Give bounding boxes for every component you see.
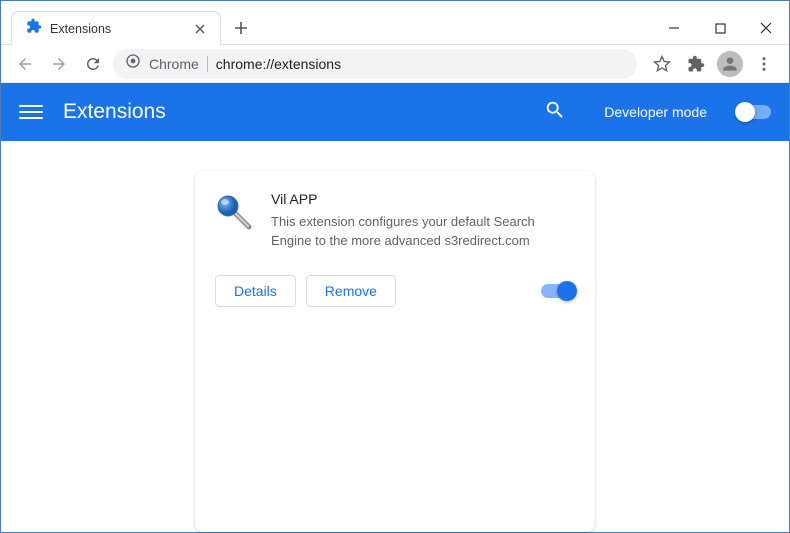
maximize-button[interactable] (697, 12, 743, 44)
hamburger-menu-icon[interactable] (19, 100, 43, 124)
tab-close-icon[interactable] (192, 21, 208, 37)
url-bar: Chrome chrome://extensions (1, 45, 789, 83)
remove-button[interactable]: Remove (306, 275, 396, 307)
developer-mode-label: Developer mode (604, 104, 707, 120)
window-controls (651, 12, 789, 44)
extension-name: Vil APP (271, 191, 575, 207)
search-icon[interactable] (544, 99, 566, 126)
extensions-puzzle-icon[interactable] (681, 49, 711, 79)
extension-description: This extension configures your default S… (271, 213, 575, 251)
extension-card: Vil APP This extension configures your d… (195, 171, 595, 532)
new-tab-button[interactable] (227, 14, 255, 42)
back-button[interactable] (11, 50, 39, 78)
minimize-button[interactable] (651, 12, 697, 44)
chrome-info-icon (125, 53, 141, 74)
menu-dots-icon[interactable] (749, 49, 779, 79)
url-text: chrome://extensions (216, 56, 341, 72)
tab-title: Extensions (50, 22, 184, 36)
extension-enable-toggle[interactable] (541, 284, 575, 298)
address-bar[interactable]: Chrome chrome://extensions (113, 49, 637, 79)
extension-puzzle-icon (26, 18, 42, 39)
close-window-button[interactable] (743, 12, 789, 44)
content-area: PC risk.com Vil APP This extension confi… (1, 141, 789, 532)
page-title: Extensions (63, 100, 166, 124)
forward-button[interactable] (45, 50, 73, 78)
reload-button[interactable] (79, 50, 107, 78)
window-titlebar: Extensions (1, 1, 789, 45)
url-chip: Chrome (149, 56, 199, 72)
browser-tab[interactable]: Extensions (11, 11, 221, 45)
magnifier-icon (215, 193, 253, 231)
profile-avatar[interactable] (715, 49, 745, 79)
developer-mode-toggle[interactable] (737, 105, 771, 119)
details-button[interactable]: Details (215, 275, 296, 307)
url-separator (207, 56, 208, 72)
bookmark-star-icon[interactable] (647, 49, 677, 79)
extensions-header: Extensions Developer mode (1, 83, 789, 141)
